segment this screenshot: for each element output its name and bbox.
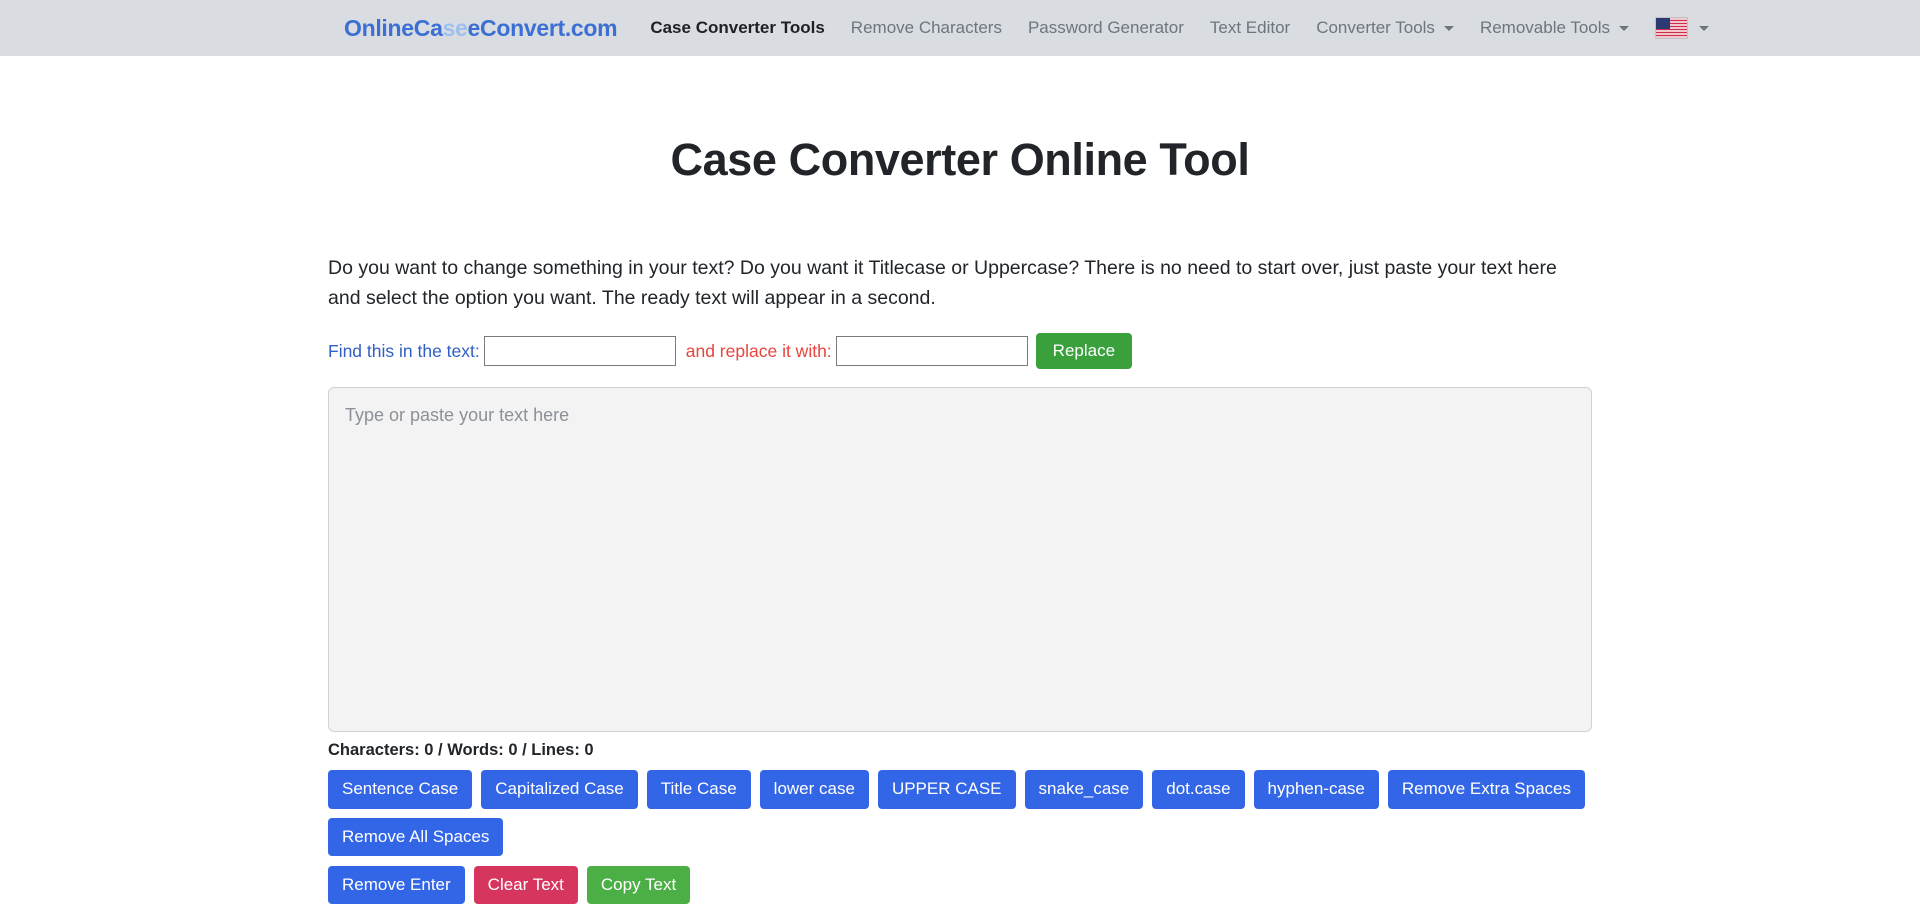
site-logo[interactable]: OnlineCaseeConvert.com [344, 14, 618, 42]
nav-item-remove-characters[interactable]: Remove Characters [838, 10, 1015, 46]
button-remove-all-spaces[interactable]: Remove All Spaces [328, 817, 504, 856]
character-count-status: Characters: 0 / Words: 0 / Lines: 0 [328, 741, 594, 760]
us-flag-icon [1655, 17, 1689, 39]
find-input[interactable] [483, 336, 676, 367]
logo-text-part2: se [442, 14, 468, 41]
nav-label: Password Generator [1027, 18, 1184, 37]
nav-item-removable-tools[interactable]: Removable Tools [1467, 10, 1642, 46]
find-replace-row: Find this in the text: and replace it wi… [328, 333, 1592, 370]
chevron-down-icon [1699, 25, 1710, 31]
chevron-down-icon [1443, 25, 1454, 31]
button-copy-text[interactable]: Copy Text [586, 865, 691, 904]
page-body: Case Converter Online Tool Do you want t… [0, 56, 1920, 919]
button-dot-case[interactable]: dot.case [1152, 770, 1245, 809]
nav-item-case-converter-tools[interactable]: Case Converter Tools [637, 10, 837, 46]
button-snake-case[interactable]: snake_case [1024, 770, 1144, 809]
nav-item-converter-tools[interactable]: Converter Tools [1303, 10, 1467, 46]
replace-input[interactable] [835, 336, 1028, 367]
replace-label: and replace it with: [685, 340, 832, 361]
intro-paragraph: Do you want to change something in your … [328, 257, 1557, 310]
nav-label: Text Editor [1209, 18, 1291, 37]
logo-text-part3: eConvert.com [467, 14, 618, 41]
button-capitalized-case[interactable]: Capitalized Case [481, 770, 638, 809]
button-lower-case[interactable]: lower case [759, 770, 869, 809]
nav-item-text-editor[interactable]: Text Editor [1197, 10, 1303, 46]
find-label: Find this in the text: [328, 340, 480, 361]
content-container: Case Converter Online Tool Do you want t… [312, 134, 1608, 919]
button-hyphen-case[interactable]: hyphen-case [1253, 770, 1379, 809]
nav-links: Case Converter Tools Remove Characters P… [637, 9, 1722, 47]
page-title: Case Converter Online Tool [670, 134, 1250, 185]
text-input-area[interactable] [328, 387, 1592, 733]
button-remove-enter[interactable]: Remove Enter [328, 865, 465, 904]
logo-text-part1: OnlineCa [344, 14, 443, 41]
nav-label: Converter Tools [1316, 18, 1435, 37]
utility-action-buttons: Remove Enter Clear Text Copy Text [328, 865, 1592, 904]
language-selector[interactable] [1642, 9, 1722, 47]
nav-item-password-generator[interactable]: Password Generator [1015, 10, 1197, 46]
nav-label: Remove Characters [850, 18, 1002, 37]
button-upper-case[interactable]: UPPER CASE [877, 770, 1016, 809]
replace-button[interactable]: Replace [1035, 333, 1133, 370]
nav-label: Removable Tools [1479, 18, 1611, 37]
button-remove-extra-spaces[interactable]: Remove Extra Spaces [1387, 770, 1586, 809]
button-title-case[interactable]: Title Case [646, 770, 751, 809]
nav-label: Case Converter Tools [650, 18, 825, 37]
top-navbar: OnlineCaseeConvert.com Case Converter To… [0, 0, 1920, 56]
case-action-buttons: Sentence Case Capitalized Case Title Cas… [328, 770, 1592, 856]
chevron-down-icon [1619, 25, 1630, 31]
button-clear-text[interactable]: Clear Text [473, 865, 578, 904]
button-sentence-case[interactable]: Sentence Case [328, 770, 473, 809]
